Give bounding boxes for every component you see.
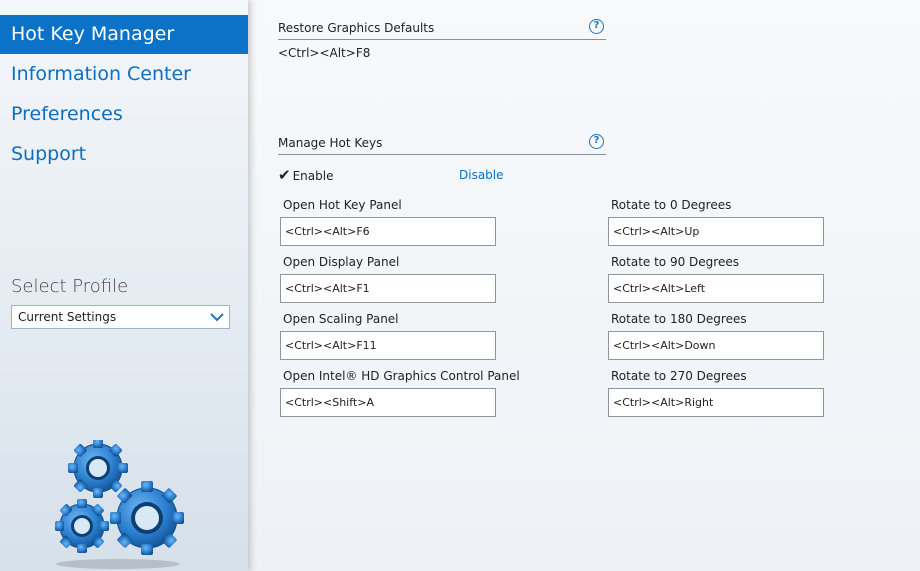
hotkey-open-hotkey-panel-input[interactable]: [280, 217, 496, 246]
hotkey-open-scaling-panel-input[interactable]: [280, 331, 496, 360]
hotkey-rotate-0-input[interactable]: [608, 217, 824, 246]
help-icon[interactable]: ?: [589, 19, 604, 34]
hotkey-label: Rotate to 90 Degrees: [611, 255, 739, 269]
sidebar: Hot Key Manager Information Center Prefe…: [0, 0, 248, 571]
profile-dropdown[interactable]: Current Settings: [11, 305, 230, 329]
chevron-down-icon: [210, 313, 224, 322]
hotkey-label: Open Display Panel: [283, 255, 400, 269]
nav-hot-key-manager[interactable]: Hot Key Manager: [0, 15, 248, 54]
select-profile-label: Select Profile: [11, 276, 129, 297]
help-icon[interactable]: ?: [589, 134, 604, 149]
manage-hotkeys-title: Manage Hot Keys: [278, 136, 383, 150]
hotkey-rotate-270-input[interactable]: [608, 388, 824, 417]
hotkey-label: Open Intel® HD Graphics Control Panel: [283, 369, 520, 383]
enable-option[interactable]: ✔ Enable: [278, 166, 333, 184]
hotkey-rotate-90-input[interactable]: [608, 274, 824, 303]
nav-information-center[interactable]: Information Center: [0, 55, 248, 94]
hotkey-label: Rotate to 270 Degrees: [611, 369, 747, 383]
restore-defaults-hotkey: <Ctrl><Alt>F8: [278, 46, 371, 60]
profile-dropdown-value: Current Settings: [18, 310, 117, 324]
hotkey-label: Open Scaling Panel: [283, 312, 399, 326]
hotkey-label: Open Hot Key Panel: [283, 198, 402, 212]
restore-defaults-title: Restore Graphics Defaults: [278, 21, 435, 35]
main-panel: Restore Graphics Defaults ? <Ctrl><Alt>F…: [248, 0, 920, 571]
manage-hotkeys-header: Manage Hot Keys ?: [278, 134, 606, 155]
nav-support[interactable]: Support: [0, 135, 248, 174]
hotkey-label: Rotate to 0 Degrees: [611, 198, 732, 212]
checkmark-icon: ✔: [278, 166, 291, 184]
hotkey-rotate-180-input[interactable]: [608, 331, 824, 360]
enable-label: Enable: [292, 169, 334, 183]
disable-link[interactable]: Disable: [459, 166, 504, 184]
hotkey-open-control-panel-input[interactable]: [280, 388, 496, 417]
hotkey-label: Rotate to 180 Degrees: [611, 312, 747, 326]
hotkey-open-display-panel-input[interactable]: [280, 274, 496, 303]
gears-icon: [55, 440, 184, 569]
restore-defaults-header: Restore Graphics Defaults ?: [278, 19, 606, 40]
nav-preferences[interactable]: Preferences: [0, 95, 248, 134]
